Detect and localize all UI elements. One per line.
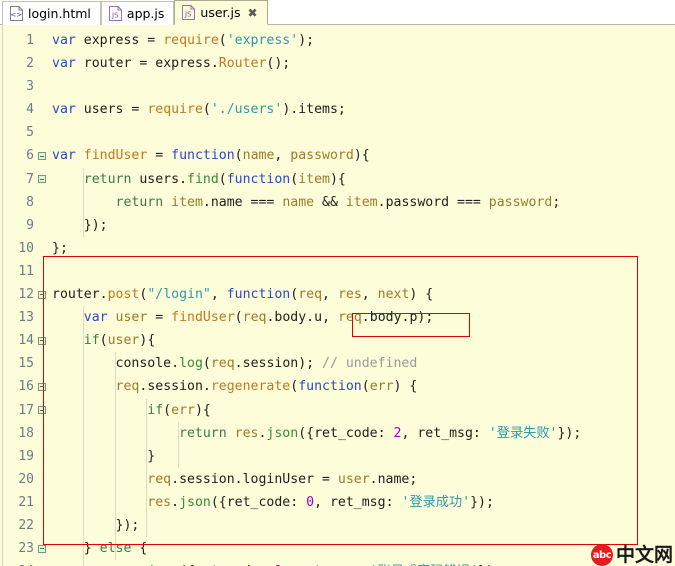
code-line-text: } else {: [52, 541, 148, 557]
tab-login-html[interactable]: <> login.html: [2, 1, 101, 25]
code-line[interactable]: 16 req.session.regenerate(function(err) …: [0, 375, 675, 398]
code-line-text: };: [52, 240, 68, 256]
code-line-text: res.json({ret_code: 1, ret_msg: '账号或密码错误…: [48, 560, 675, 566]
code-line-text: }: [52, 448, 156, 464]
code-line[interactable]: 22 });: [0, 514, 675, 537]
code-line[interactable]: 1 var express = require('express');: [0, 29, 675, 52]
line-number: 24: [0, 560, 35, 566]
code-line[interactable]: 3: [0, 75, 675, 98]
code-line-text: });: [52, 517, 140, 533]
code-line[interactable]: 8 return item.name === name && item.pass…: [0, 191, 675, 214]
code-editor-area[interactable]: 1 var express = require('express'); 2 var r…: [0, 25, 675, 566]
tab-user-js[interactable]: JS user.js ✖: [174, 0, 268, 25]
line-number: 7: [26, 171, 34, 187]
line-number: 12: [18, 287, 34, 303]
code-line[interactable]: 5: [0, 121, 675, 144]
line-number: 17: [18, 402, 34, 418]
code-line[interactable]: 2 var router = express.Router();: [0, 52, 675, 75]
code-line[interactable]: 20 req.session.loginUser = user.name;: [0, 468, 675, 491]
line-number: 6: [26, 148, 34, 164]
svg-text:JS: JS: [184, 11, 192, 19]
code-line[interactable]: 17 if(err){: [0, 399, 675, 422]
code-line-text: var router = express.Router();: [52, 56, 291, 72]
line-number: 19: [18, 448, 34, 464]
code-line-text: var user = findUser(req.body.u, req.body…: [83, 310, 434, 326]
html-file-icon: <>: [10, 6, 23, 21]
tab-app-js[interactable]: JS app.js: [100, 1, 175, 25]
line-number: 11: [18, 263, 34, 279]
code-line[interactable]: 12 router.post("/login", function(req, re…: [0, 283, 675, 306]
code-line[interactable]: 13 var user = findUser(req.body.u, req.b…: [0, 306, 675, 329]
code-line-text: return item.name === name && item.passwo…: [115, 194, 561, 210]
code-line[interactable]: 15 console.log(req.session); // undefine…: [0, 352, 675, 375]
code-line-text: router.post("/login", function(req, res,…: [52, 287, 434, 303]
code-content[interactable]: 1 var express = require('express'); 2 var r…: [0, 25, 675, 566]
editor-tab-bar: <> login.html JS app.js JS user.js ✖: [0, 0, 675, 25]
code-line-text: var users = require('./users').items;: [52, 102, 346, 118]
code-line[interactable]: 10};: [0, 237, 675, 260]
line-number: 22: [18, 517, 34, 533]
line-number: 13: [18, 310, 34, 326]
code-line-text: });: [52, 217, 108, 233]
code-line-text: if(user){: [83, 333, 156, 349]
line-number: 21: [18, 494, 34, 510]
code-line-text: req.session.loginUser = user.name;: [147, 471, 418, 487]
js-file-icon: JS: [108, 6, 122, 21]
line-number: 1: [26, 33, 34, 48]
code-line[interactable]: 21 res.json({ret_code: 0, ret_msg: '登录成功…: [0, 491, 675, 514]
code-line[interactable]: 11: [0, 260, 675, 283]
site-watermark: abc 中文网: [590, 543, 673, 566]
line-number: 8: [26, 194, 34, 210]
tab-label: login.html: [28, 6, 91, 21]
line-number: 2: [26, 56, 34, 72]
line-number: 9: [26, 217, 34, 233]
code-line-text: return users.find(function(item){: [83, 171, 346, 187]
close-icon[interactable]: ✖: [247, 7, 257, 19]
code-line[interactable]: 23 } else {: [0, 537, 675, 560]
line-number: 10: [18, 240, 34, 256]
code-line[interactable]: 6 var findUser = function(name, password)…: [0, 144, 675, 167]
code-line-text: if(err){: [147, 402, 211, 418]
svg-text:JS: JS: [111, 12, 119, 20]
line-number: 23: [18, 541, 34, 557]
line-number: 15: [18, 356, 34, 372]
code-line-text: var express = require('express');: [52, 33, 315, 48]
svg-text:<>: <>: [10, 11, 22, 19]
line-number: 3: [26, 79, 34, 95]
code-line[interactable]: 7 return users.find(function(item){: [0, 168, 675, 191]
code-line[interactable]: 19 }: [0, 445, 675, 468]
code-line-text: res.json({ret_code: 0, ret_msg: '登录成功'})…: [147, 494, 494, 510]
watermark-badge: abc: [590, 544, 613, 566]
code-line-text: return res.json({ret_code: 2, ret_msg: '…: [179, 425, 582, 441]
code-line[interactable]: 24 res.json({ret_code: 1, ret_msg: '账号或密…: [0, 560, 675, 566]
line-number: 20: [18, 471, 34, 487]
code-line[interactable]: 14 if(user){: [0, 329, 675, 352]
watermark-text: 中文网: [615, 543, 673, 566]
line-number: 18: [18, 425, 34, 441]
code-line[interactable]: 9 });: [0, 214, 675, 237]
code-line-text: console.log(req.session); // undefined: [115, 356, 418, 372]
code-line[interactable]: 18 return res.json({ret_code: 2, ret_msg…: [0, 422, 675, 445]
code-line-text: req.session.regenerate(function(err) {: [115, 379, 418, 395]
tab-label: app.js: [126, 6, 165, 21]
line-number: 4: [26, 102, 34, 118]
line-number: 14: [18, 333, 34, 349]
code-line-text: var findUser = function(name, password){: [52, 148, 370, 164]
js-file-icon: JS: [182, 5, 196, 20]
tab-label: user.js: [200, 5, 241, 20]
line-number: 16: [18, 379, 34, 395]
code-line[interactable]: 4 var users = require('./users').items;: [0, 98, 675, 121]
line-number: 5: [26, 125, 34, 141]
